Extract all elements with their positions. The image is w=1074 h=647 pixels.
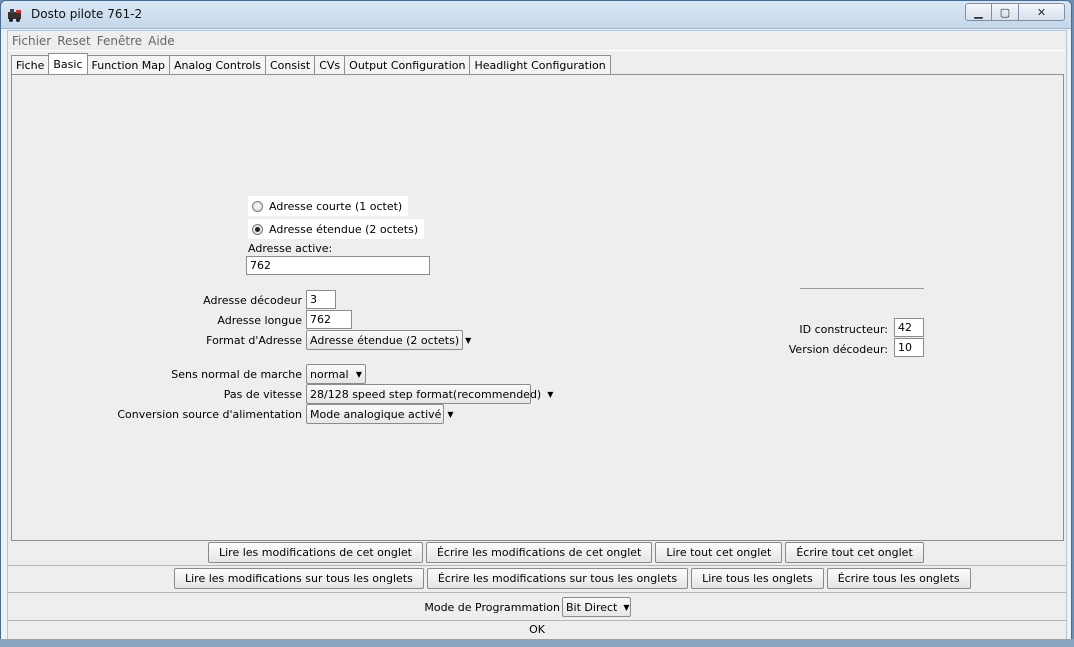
status-text: OK — [529, 623, 545, 636]
read-changes-all-button[interactable]: Lire les modifications sur tous les ongl… — [174, 568, 424, 589]
menu-fenetre[interactable]: Fenêtre — [97, 34, 142, 48]
tab-output-configuration[interactable]: Output Configuration — [344, 55, 471, 74]
client-area: Fichier Reset Fenêtre Aide Fiche Basic F… — [7, 30, 1067, 640]
tab-function-map[interactable]: Function Map — [86, 55, 170, 74]
direction-select[interactable]: normal ▼ — [306, 364, 366, 384]
address-format-value: Adresse étendue (2 octets) — [310, 333, 460, 347]
taskbar-strip — [0, 639, 1074, 647]
decoder-address-field[interactable]: 3 — [306, 290, 336, 309]
tab-consist[interactable]: Consist — [265, 55, 316, 74]
minimize-icon: ▁ — [974, 5, 983, 19]
radio-button-selected[interactable] — [252, 223, 263, 235]
tab-fiche[interactable]: Fiche — [11, 55, 50, 74]
write-all-tab-button[interactable]: Écrire tout cet onglet — [785, 542, 924, 563]
status-bar: OK — [8, 621, 1066, 638]
programming-mode-select[interactable]: Bit Direct ▼ — [562, 597, 631, 617]
maximize-button[interactable]: ▢ — [992, 3, 1019, 21]
read-all-tab-button[interactable]: Lire tout cet onglet — [655, 542, 783, 563]
write-changes-all-button[interactable]: Écrire les modifications sur tous les on… — [426, 568, 689, 589]
radio-button[interactable] — [252, 200, 263, 212]
write-changes-tab-button[interactable]: Écrire les modifications de cet onglet — [425, 542, 653, 563]
minimize-button[interactable]: ▁ — [965, 3, 992, 21]
power-conversion-select[interactable]: Mode analogique activé ▼ — [306, 404, 454, 424]
chevron-down-icon: ▼ — [355, 369, 362, 379]
decoder-address-label: Adresse décodeur — [203, 294, 302, 307]
tab-basic[interactable]: Basic — [48, 53, 88, 74]
long-address-field[interactable]: 762 — [306, 310, 352, 329]
active-address-field[interactable]: 762 — [246, 256, 430, 275]
address-format-label: Format d'Adresse — [206, 334, 302, 347]
radio-short-label: Adresse courte (1 octet) — [269, 199, 403, 213]
manufacturer-id-label: ID constructeur: — [799, 323, 888, 336]
address-format-select[interactable]: Adresse étendue (2 octets) ▼ — [306, 330, 471, 350]
active-address-label: Adresse active: — [248, 242, 333, 255]
menu-bar: Fichier Reset Fenêtre Aide — [8, 31, 1066, 51]
maximize-icon: ▢ — [999, 5, 1011, 19]
main-window: Dosto pilote 761-2 ▁ ▢ ✕ Fichier Reset F… — [0, 0, 1072, 645]
direction-label: Sens normal de marche — [171, 368, 302, 381]
tab-bar: Fiche Basic Function Map Analog Controls… — [11, 53, 611, 74]
locomotive-icon — [8, 9, 21, 22]
chevron-down-icon: ▼ — [465, 335, 472, 345]
menu-aide[interactable]: Aide — [148, 34, 175, 48]
tab-analog-controls[interactable]: Analog Controls — [169, 55, 266, 74]
decoder-version-label: Version décodeur: — [788, 343, 888, 356]
tab-headlight-configuration[interactable]: Headlight Configuration — [469, 55, 611, 74]
tab-cvs[interactable]: CVs — [314, 55, 346, 74]
radio-short-address[interactable]: Adresse courte (1 octet) — [248, 196, 409, 216]
decoder-version-field[interactable]: 10 — [894, 338, 924, 357]
chevron-down-icon: ▼ — [623, 602, 630, 612]
power-conversion-label: Conversion source d'alimentation — [117, 408, 302, 421]
programming-mode-label: Mode de Programmation — [424, 601, 560, 614]
window-controls: ▁ ▢ ✕ — [965, 3, 1065, 21]
close-button[interactable]: ✕ — [1019, 3, 1065, 21]
long-address-label: Adresse longue — [217, 314, 302, 327]
basic-panel: Adresse courte (1 octet) Adresse étendue… — [11, 74, 1064, 541]
power-conversion-value: Mode analogique activé — [310, 407, 442, 421]
programming-mode-value: Bit Direct — [566, 600, 618, 614]
chevron-down-icon: ▼ — [447, 409, 454, 419]
manufacturer-id-field[interactable]: 42 — [894, 318, 924, 337]
speed-steps-value: 28/128 speed step format(recommended) — [310, 387, 542, 401]
divider — [8, 565, 1066, 566]
divider — [8, 592, 1066, 593]
write-all-tabs-button[interactable]: Écrire tous les onglets — [826, 568, 971, 589]
close-icon: ✕ — [1036, 5, 1047, 19]
read-all-tabs-button[interactable]: Lire tous les onglets — [691, 568, 824, 589]
window-title: Dosto pilote 761-2 — [31, 7, 143, 21]
chevron-down-icon: ▼ — [547, 389, 554, 399]
speed-steps-label: Pas de vitesse — [223, 388, 302, 401]
separator — [800, 288, 924, 289]
read-changes-tab-button[interactable]: Lire les modifications de cet onglet — [208, 542, 423, 563]
direction-value: normal — [310, 367, 349, 381]
tab-button-row: Lire les modifications de cet onglet Écr… — [208, 542, 927, 563]
all-tabs-button-row: Lire les modifications sur tous les ongl… — [174, 568, 974, 589]
menu-reset[interactable]: Reset — [57, 34, 91, 48]
speed-steps-select[interactable]: 28/128 speed step format(recommended) ▼ — [306, 384, 553, 404]
radio-long-label: Adresse étendue (2 octets) — [269, 222, 419, 236]
radio-long-address[interactable]: Adresse étendue (2 octets) — [248, 219, 425, 239]
menu-fichier[interactable]: Fichier — [12, 34, 51, 48]
title-bar[interactable]: Dosto pilote 761-2 ▁ ▢ ✕ — [1, 1, 1071, 29]
